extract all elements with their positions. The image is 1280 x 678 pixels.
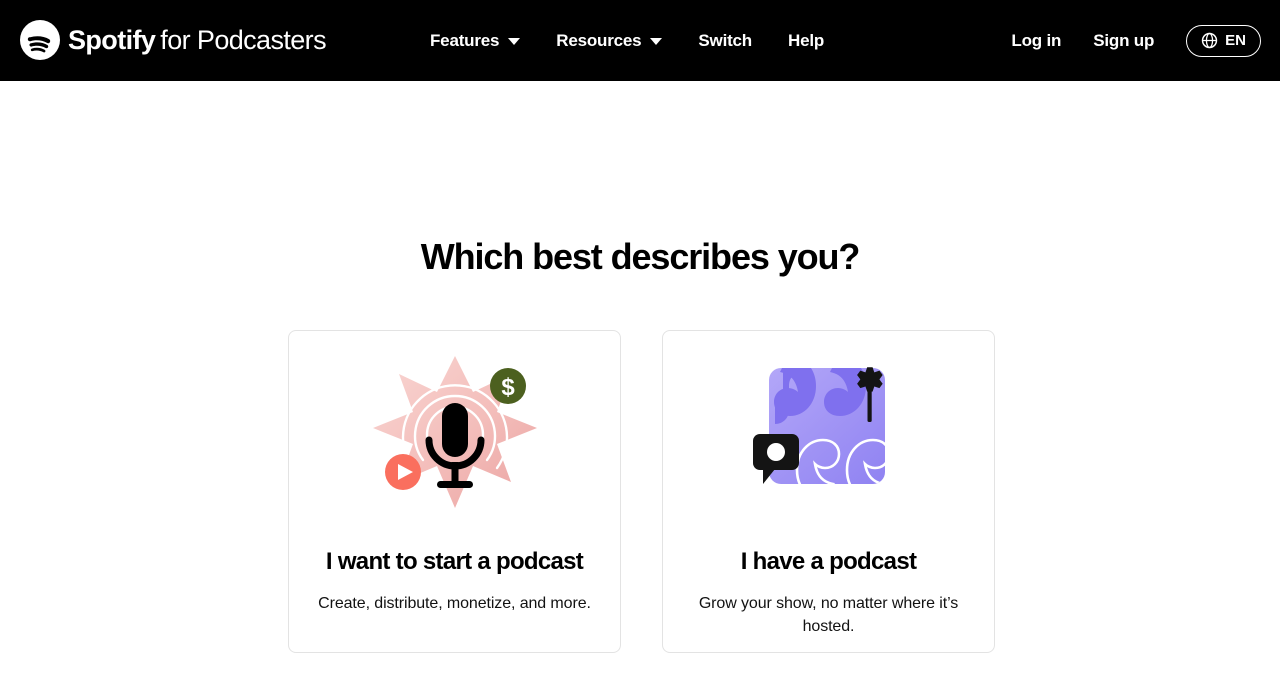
choice-card-list: $ I want to start a podcast Create, dist… xyxy=(288,330,995,653)
card-have-a-podcast[interactable]: I have a podcast Grow your show, no matt… xyxy=(662,330,995,653)
main-content: Which best describes you? $ I want to st… xyxy=(0,81,1280,678)
header-actions: Log in Sign up EN xyxy=(1011,0,1261,81)
chevron-down-icon xyxy=(650,38,663,45)
brand-wordmark: Spotify for Podcasters xyxy=(68,24,327,55)
nav-label-features: Features xyxy=(430,30,500,50)
nav-label-help: Help xyxy=(788,30,825,50)
nav-label-resources: Resources xyxy=(556,30,642,50)
card-description-start-a-podcast: Create, distribute, monetize, and more. xyxy=(318,594,591,612)
card-title-start-a-podcast: I want to start a podcast xyxy=(325,548,584,575)
chevron-down-icon xyxy=(508,38,521,45)
brand-logo[interactable]: Spotify for Podcasters xyxy=(20,17,327,63)
nav-item-features[interactable]: Features xyxy=(430,30,521,51)
spotify-logo-icon xyxy=(20,20,60,60)
nav-item-switch[interactable]: Switch xyxy=(698,31,752,51)
sign-up-link[interactable]: Sign up xyxy=(1093,31,1154,51)
log-in-link[interactable]: Log in xyxy=(1011,31,1061,51)
brand-suffix: for Podcasters xyxy=(160,24,326,55)
primary-navigation: Features Resources Switch Help xyxy=(430,0,824,81)
svg-text:$: $ xyxy=(501,374,515,401)
card-title-have-a-podcast: I have a podcast xyxy=(740,548,917,575)
language-code: EN xyxy=(1225,32,1246,49)
page-title: Which best describes you? xyxy=(420,236,861,277)
card-description-have-a-podcast: Grow your show, no matter where it’s hos… xyxy=(698,594,959,635)
quotes-purple-illustration xyxy=(729,345,929,520)
language-selector[interactable]: EN xyxy=(1186,24,1261,57)
nav-item-resources[interactable]: Resources xyxy=(556,30,663,51)
nav-item-help[interactable]: Help xyxy=(788,31,824,51)
globe-icon xyxy=(1201,32,1218,49)
card-start-a-podcast[interactable]: $ I want to start a podcast Create, dist… xyxy=(288,330,621,653)
site-header: Spotify for Podcasters Features Resource… xyxy=(0,0,1280,81)
microphone-starburst-illustration: $ xyxy=(355,345,555,520)
nav-label-switch: Switch xyxy=(698,30,752,50)
brand-name: Spotify xyxy=(68,24,156,55)
